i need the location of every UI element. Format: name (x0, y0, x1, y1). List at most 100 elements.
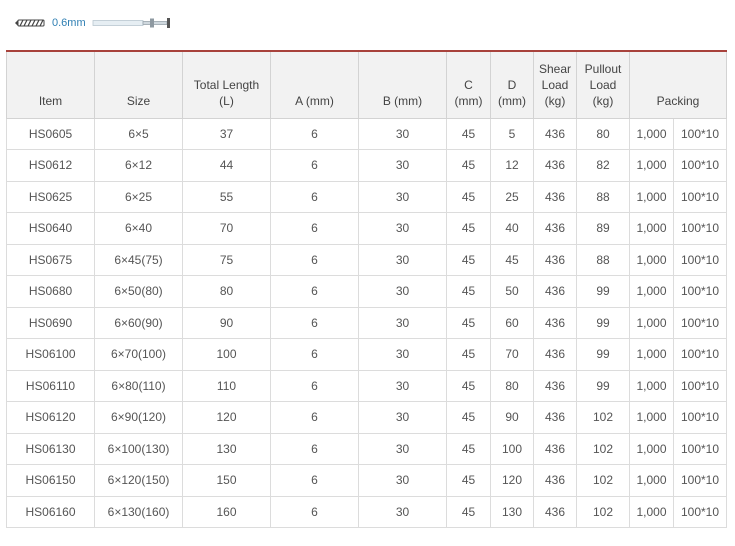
cell-size: 6×50(80) (94, 275, 183, 308)
cell-packing-quantity: 1,000 (629, 243, 674, 276)
cell-size: 6×130(160) (94, 495, 183, 528)
cell-size: 6×70(100) (94, 338, 183, 371)
cell-packing-quantity: 1,000 (629, 432, 674, 465)
column-header-b: B (mm) (358, 50, 447, 119)
table-row: HS06130 6×100(130) 130 6 30 45 100 436 102 1,000 1… (6, 432, 728, 465)
cell-c: 45 (446, 464, 491, 497)
cell-d: 5 (490, 117, 534, 150)
cell-b: 30 (358, 369, 447, 402)
thickness-label: 0.6mm (52, 17, 86, 29)
cell-item: HS06110 (6, 369, 95, 402)
cell-a: 6 (270, 275, 359, 308)
cell-total-length: 110 (182, 369, 271, 402)
cell-shear-load: 436 (533, 338, 577, 371)
cell-a: 6 (270, 432, 359, 465)
cell-total-length: 90 (182, 306, 271, 339)
cell-b: 30 (358, 432, 447, 465)
column-header-item: Item (6, 50, 95, 119)
cell-c: 45 (446, 243, 491, 276)
cell-b: 30 (358, 180, 447, 213)
cell-a: 6 (270, 243, 359, 276)
table-row: HS0605 6×5 37 6 30 45 5 436 80 1,000 100*10 (6, 117, 728, 150)
cell-size: 6×25 (94, 180, 183, 213)
table-row: HS0690 6×60(90) 90 6 30 45 60 436 99 1,000 100*10 (6, 306, 728, 339)
cell-total-length: 70 (182, 212, 271, 245)
cell-packing-quantity: 1,000 (629, 275, 674, 308)
table-row: HS0680 6×50(80) 80 6 30 45 50 436 99 1,000 100*10 (6, 275, 728, 308)
table-header-row: Item Size Total Length (L) A (mm) B (mm)… (6, 50, 728, 119)
column-header-shear-load: Shear Load (kg) (533, 50, 577, 119)
cell-a: 6 (270, 401, 359, 434)
cell-d: 40 (490, 212, 534, 245)
column-header-a: A (mm) (270, 50, 359, 119)
cell-size: 6×100(130) (94, 432, 183, 465)
table-row: HS06160 6×130(160) 160 6 30 45 130 436 102 1,000 1… (6, 495, 728, 528)
column-header-d: D (mm) (490, 50, 534, 119)
cell-pullout-load: 102 (576, 432, 630, 465)
cell-pullout-load: 102 (576, 495, 630, 528)
cell-packing-quantity: 1,000 (629, 464, 674, 497)
cell-shear-load: 436 (533, 495, 577, 528)
cell-b: 30 (358, 401, 447, 434)
cell-total-length: 37 (182, 117, 271, 150)
cell-size: 6×120(150) (94, 464, 183, 497)
cell-packing-box: 100*10 (672, 338, 728, 371)
cell-shear-load: 436 (533, 432, 577, 465)
cell-packing-quantity: 1,000 (629, 180, 674, 213)
cell-item: HS0690 (6, 306, 95, 339)
cell-packing-quantity: 1,000 (629, 338, 674, 371)
cell-d: 130 (490, 495, 534, 528)
cell-item: HS0675 (6, 243, 95, 276)
cell-d: 12 (490, 149, 534, 182)
cell-pullout-load: 99 (576, 338, 630, 371)
cell-d: 90 (490, 401, 534, 434)
cell-packing-box: 100*10 (672, 212, 728, 245)
cell-d: 120 (490, 464, 534, 497)
cell-b: 30 (358, 275, 447, 308)
cell-item: HS0625 (6, 180, 95, 213)
cell-d: 70 (490, 338, 534, 371)
cell-shear-load: 436 (533, 212, 577, 245)
cell-packing-quantity: 1,000 (629, 495, 674, 528)
cell-pullout-load: 102 (576, 464, 630, 497)
cell-a: 6 (270, 149, 359, 182)
cell-packing-box: 100*10 (672, 369, 728, 402)
cell-packing-box: 100*10 (672, 275, 728, 308)
cell-c: 45 (446, 401, 491, 434)
cell-item: HS06120 (6, 401, 95, 434)
cell-b: 30 (358, 243, 447, 276)
cell-size: 6×80(110) (94, 369, 183, 402)
cell-a: 6 (270, 306, 359, 339)
cell-pullout-load: 80 (576, 117, 630, 150)
cell-total-length: 120 (182, 401, 271, 434)
screw-anchor-icon (14, 18, 46, 28)
table-row: HS0612 6×12 44 6 30 45 12 436 82 1,000 100*10 (6, 149, 728, 182)
cell-b: 30 (358, 306, 447, 339)
cell-item: HS0612 (6, 149, 95, 182)
table-body: HS0605 6×5 37 6 30 45 5 436 80 1,000 100*10 HS0612 6… (6, 117, 728, 528)
cell-total-length: 130 (182, 432, 271, 465)
column-header-total-length: Total Length (L) (182, 50, 271, 119)
cell-item: HS06130 (6, 432, 95, 465)
cell-size: 6×60(90) (94, 306, 183, 339)
cell-a: 6 (270, 117, 359, 150)
cell-packing-box: 100*10 (672, 243, 728, 276)
cell-c: 45 (446, 369, 491, 402)
cell-packing-quantity: 1,000 (629, 212, 674, 245)
table-row: HS0675 6×45(75) 75 6 30 45 45 436 88 1,000 100*10 (6, 243, 728, 276)
column-header-c: C (mm) (446, 50, 491, 119)
cell-pullout-load: 88 (576, 243, 630, 276)
cell-shear-load: 436 (533, 275, 577, 308)
cell-d: 45 (490, 243, 534, 276)
cell-c: 45 (446, 117, 491, 150)
cell-c: 45 (446, 338, 491, 371)
cell-packing-box: 100*10 (672, 401, 728, 434)
cell-pullout-load: 88 (576, 180, 630, 213)
cell-a: 6 (270, 212, 359, 245)
table-row: HS0625 6×25 55 6 30 45 25 436 88 1,000 100*10 (6, 180, 728, 213)
cell-b: 30 (358, 495, 447, 528)
cell-item: HS06150 (6, 464, 95, 497)
cell-packing-box: 100*10 (672, 149, 728, 182)
cell-c: 45 (446, 275, 491, 308)
cell-packing-box: 100*10 (672, 180, 728, 213)
